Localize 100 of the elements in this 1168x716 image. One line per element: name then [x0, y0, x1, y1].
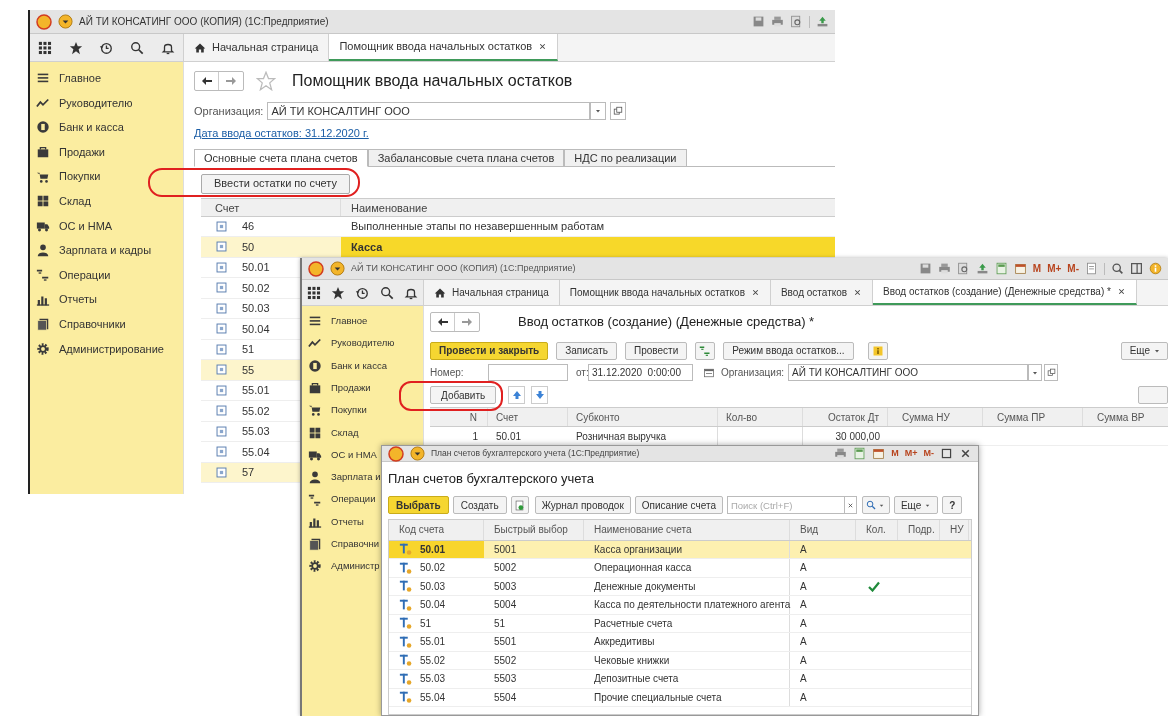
sidebar-item[interactable]: Администр	[331, 559, 380, 574]
sidebar-item[interactable]: Администрирование	[59, 340, 164, 358]
table-cell[interactable]: Операционная касса	[584, 559, 790, 577]
help-button[interactable]: ?	[942, 496, 963, 514]
table-cell[interactable]: 55.02	[215, 402, 270, 419]
document-icon[interactable]	[1085, 262, 1098, 275]
sidebar-item[interactable]: Банк и касса	[59, 119, 124, 136]
table-cell[interactable]: А	[790, 577, 856, 595]
sidebar-item[interactable]: Отчеты	[331, 514, 364, 529]
memory-button[interactable]: M+	[1047, 261, 1062, 276]
menu-dropdown-icon[interactable]	[330, 261, 345, 276]
table-cell[interactable]: Касса	[341, 237, 835, 257]
sidebar-item[interactable]: Руководителю	[59, 94, 133, 112]
sidebar-item[interactable]: ОС и НМА	[331, 447, 377, 463]
dropdown-button[interactable]	[1028, 364, 1043, 381]
table-cell[interactable]: Чековые книжки	[584, 651, 790, 669]
sidebar-item[interactable]: Склад	[59, 193, 91, 210]
table-cell[interactable]: 5004	[484, 596, 584, 614]
post-and-close-button[interactable]: Провести и закрыть	[430, 341, 549, 360]
table-cell[interactable]: А	[790, 559, 856, 577]
open-button[interactable]	[1044, 364, 1059, 381]
sidebar-item[interactable]: Продажи	[59, 143, 105, 161]
table-cell[interactable]: Касса по деятельности платежного агента	[584, 596, 790, 614]
table-cell[interactable]: Денежные документы	[584, 577, 790, 595]
search-field[interactable]: Поиск (Ctrl+F)	[726, 496, 845, 514]
table-cell[interactable]: 5502	[484, 651, 584, 669]
tab[interactable]: Помощник ввода начальных остатков	[329, 34, 559, 61]
sidebar-item[interactable]: Операции	[59, 266, 111, 284]
preview-icon[interactable]	[790, 15, 803, 28]
sidebar-item[interactable]: Зарплата и кадры	[59, 242, 152, 259]
memory-button[interactable]: M-	[1067, 261, 1079, 276]
tab[interactable]: Забалансовые счета плана счетов	[367, 148, 565, 167]
journal-button[interactable]: Журнал проводок	[534, 496, 631, 514]
tab[interactable]: Ввод остатков (создание) (Денежные средства) *	[873, 280, 1137, 305]
table-cell[interactable]: Касса организации	[584, 540, 790, 558]
table-cell[interactable]: Депозитные счета	[584, 670, 790, 688]
number-field[interactable]	[488, 364, 568, 381]
close-icon[interactable]	[538, 42, 548, 51]
calculator-icon[interactable]	[994, 262, 1008, 275]
sidebar-item[interactable]: Покупки	[59, 168, 101, 185]
star-icon[interactable]	[331, 285, 346, 300]
history-icon[interactable]	[99, 40, 114, 55]
sidebar-item[interactable]: Главное	[59, 70, 102, 87]
add-button[interactable]: Добавить	[430, 386, 497, 404]
table-cell[interactable]: 50.02	[215, 279, 270, 296]
table-cell[interactable]: 55.01	[389, 633, 484, 651]
date-link[interactable]: Дата ввода остатков: 31.12.2020 г.	[194, 125, 369, 142]
sidebar-item[interactable]: Зарплата и	[331, 470, 381, 485]
create-button[interactable]: Создать	[452, 496, 507, 514]
toolbar-button[interactable]: Записать	[556, 341, 617, 360]
table-cell[interactable]: 5003	[484, 577, 584, 595]
sidebar-item[interactable]: Справочники	[59, 316, 126, 333]
table-cell[interactable]: Аккредитивы	[584, 633, 790, 651]
memory-button[interactable]: M-	[923, 446, 934, 461]
sidebar-item[interactable]: Операции	[331, 492, 376, 507]
move-down-button[interactable]	[531, 386, 549, 404]
upload-icon[interactable]	[816, 15, 829, 28]
sidebar-item[interactable]: Склад	[331, 425, 359, 440]
preview-icon[interactable]	[956, 262, 970, 275]
move-up-button[interactable]	[508, 386, 526, 404]
table-cell[interactable]: А	[790, 614, 856, 632]
table-cell[interactable]: А	[790, 540, 856, 558]
apps-icon[interactable]	[307, 285, 322, 300]
maximize-icon[interactable]	[940, 447, 953, 460]
description-button[interactable]: Описание счета	[634, 496, 723, 514]
table-cell[interactable]: 46	[215, 218, 255, 235]
table-cell[interactable]: 55.03	[389, 670, 484, 688]
zoom-icon[interactable]	[1111, 262, 1124, 275]
table-cell[interactable]: 5503	[484, 670, 584, 688]
panel-icon[interactable]	[1130, 262, 1143, 275]
calendar-icon[interactable]	[872, 447, 886, 460]
sidebar-item[interactable]: Банк и касса	[331, 358, 387, 373]
search-icon[interactable]	[379, 285, 394, 300]
printer-icon[interactable]	[937, 262, 951, 275]
info-button[interactable]	[867, 341, 888, 360]
calendar-icon[interactable]	[1013, 262, 1027, 275]
apps-icon[interactable]	[38, 40, 53, 55]
table-cell[interactable]: 50.02	[389, 559, 484, 577]
sidebar-item[interactable]: Руководителю	[331, 336, 395, 351]
table-cell[interactable]: 51	[484, 614, 584, 632]
tab[interactable]: Основные счета плана счетов	[194, 148, 368, 167]
table-cell[interactable]: 50.01	[488, 427, 568, 445]
table-cell[interactable]: 5504	[484, 688, 584, 706]
table-cell[interactable]: 55.03	[215, 423, 270, 440]
toolbar-button[interactable]: Режим ввода остатков...	[723, 341, 854, 360]
table-cell[interactable]: 55.02	[389, 651, 484, 669]
table-cell[interactable]: А	[790, 670, 856, 688]
table-cell[interactable]: 50.03	[389, 577, 484, 595]
table-cell[interactable]: 50.01	[215, 259, 270, 276]
sidebar-item[interactable]: ОС и НМА	[59, 217, 113, 235]
more-button[interactable]: Еще	[1120, 341, 1168, 360]
sidebar-item[interactable]: Покупки	[331, 403, 367, 418]
star-icon[interactable]	[256, 71, 276, 91]
table-cell[interactable]: 30 000,00	[803, 427, 888, 445]
close-icon[interactable]	[959, 447, 972, 460]
info-icon[interactable]	[1149, 262, 1162, 275]
table-cell[interactable]: 50.03	[215, 300, 270, 317]
table-cell[interactable]: 55.01	[215, 382, 270, 399]
close-icon[interactable]	[853, 288, 863, 297]
memory-button[interactable]: M	[1032, 261, 1042, 276]
